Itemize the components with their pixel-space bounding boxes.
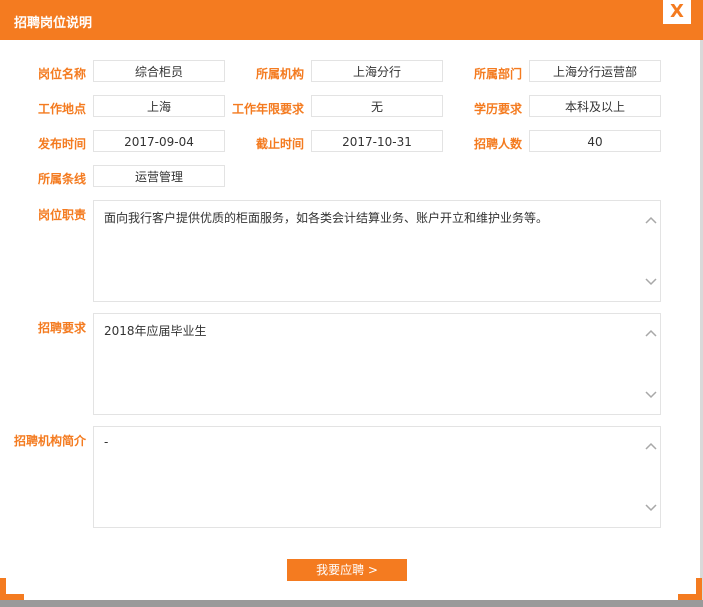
dialog-titlebar: 招聘岗位说明 [0,0,703,40]
deadline-value: 2017-10-31 [311,130,443,152]
duties-label: 岗位职责 [38,208,87,222]
requirements-textarea[interactable]: 2018年应届毕业生 [93,313,661,415]
experience-value: 无 [311,95,443,117]
department-value: 上海分行运营部 [529,60,661,82]
location-label: 工作地点 [38,102,87,116]
dialog-title: 招聘岗位说明 [14,16,93,31]
chevron-down-icon[interactable] [644,388,658,402]
chevron-up-icon[interactable] [644,213,658,227]
corner-decoration-right [678,578,702,600]
institution-value: 上海分行 [311,60,443,82]
corner-decoration-left [0,578,24,600]
org-intro-text: - [104,435,109,449]
apply-button[interactable]: 我要应聘 > [287,559,407,581]
requirements-label: 招聘要求 [38,321,87,335]
org-intro-textarea[interactable]: - [93,426,661,528]
headcount-value: 40 [529,130,661,152]
duties-text: 面向我行客户提供优质的柜面服务，如各类会计结算业务、账户开立和维护业务等。 [104,211,549,225]
headcount-label: 招聘人数 [474,137,523,151]
close-button[interactable]: X [662,0,692,25]
education-label: 学历要求 [474,102,523,116]
position-name-value: 综合柜员 [93,60,225,82]
education-value: 本科及以上 [529,95,661,117]
publish-date-label: 发布时间 [38,137,87,151]
position-name-label: 岗位名称 [38,67,87,81]
duties-textarea[interactable]: 面向我行客户提供优质的柜面服务，如各类会计结算业务、账户开立和维护业务等。 [93,200,661,302]
chevron-down-icon[interactable] [644,501,658,515]
chevron-down-icon[interactable] [644,275,658,289]
requirements-text: 2018年应届毕业生 [104,324,207,338]
business-line-label: 所属条线 [38,172,87,186]
publish-date-value: 2017-09-04 [93,130,225,152]
business-line-value: 运营管理 [93,165,225,187]
department-label: 所属部门 [474,67,523,81]
background-edge-bottom [0,600,703,607]
location-value: 上海 [93,95,225,117]
institution-label: 所属机构 [256,67,305,81]
chevron-up-icon[interactable] [644,439,658,453]
org-intro-label: 招聘机构简介 [14,434,87,448]
job-description-dialog: 招聘岗位说明 X 岗位名称 综合柜员 所属机构 上海分行 所属部门 上海分行运营… [0,0,703,607]
deadline-label: 截止时间 [256,137,305,151]
chevron-up-icon[interactable] [644,326,658,340]
experience-label: 工作年限要求 [232,102,305,116]
